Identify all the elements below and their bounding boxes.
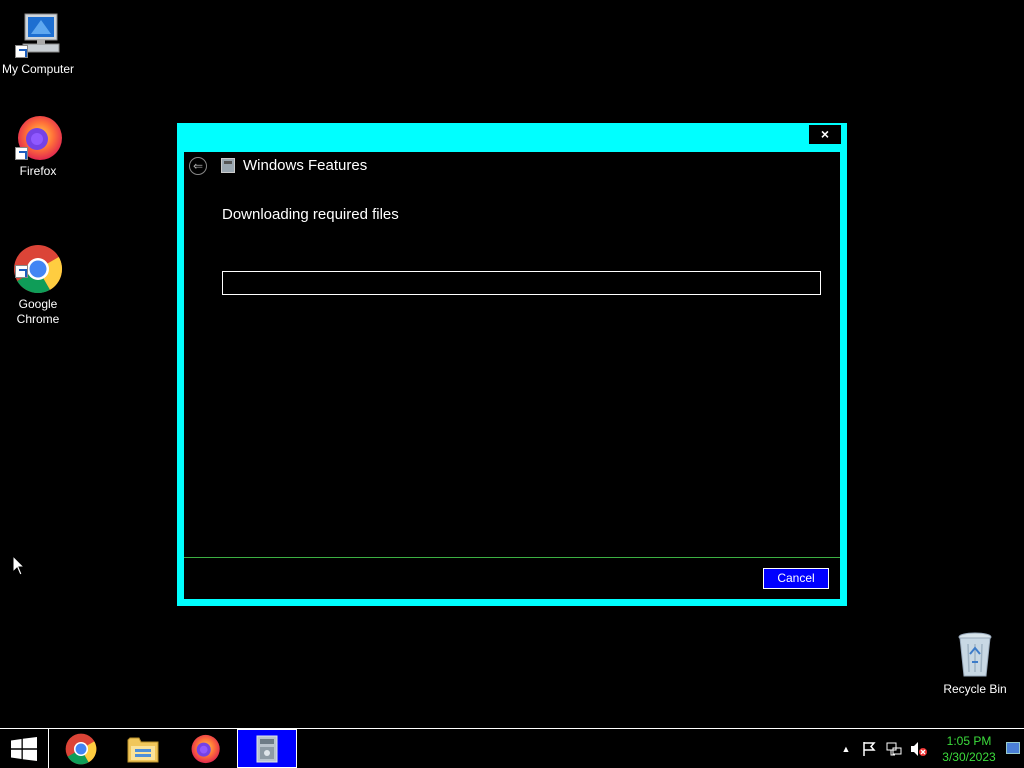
cancel-button[interactable]: Cancel: [763, 568, 829, 589]
shortcut-arrow-icon: [15, 45, 28, 58]
desktop-icon-label: Firefox: [19, 164, 57, 178]
taskbar-firefox-button[interactable]: [174, 729, 236, 768]
footer-divider: [184, 557, 840, 558]
desktop-icon-label: Google Chrome: [16, 297, 60, 326]
shortcut-arrow-icon: [15, 265, 28, 278]
computer-icon: [13, 10, 63, 60]
show-hidden-icons-icon[interactable]: ▲: [838, 741, 854, 757]
start-button[interactable]: [0, 729, 49, 768]
recycle-bin-icon: [950, 630, 1000, 680]
show-desktop-icon[interactable]: [1006, 742, 1020, 754]
windows-logo-icon: [11, 736, 37, 761]
chrome-icon: [13, 230, 63, 294]
back-arrow-icon[interactable]: ⇐: [189, 157, 207, 175]
taskbar-windows-features-button[interactable]: [237, 729, 297, 768]
desktop-icon-label: My Computer: [1, 62, 75, 76]
folder-icon: [127, 737, 159, 762]
firefox-icon: [191, 734, 220, 763]
desktop-icon-firefox[interactable]: Firefox: [0, 112, 76, 179]
desktop-icon-label: Recycle Bin: [943, 682, 1007, 696]
windows-features-icon: [256, 735, 278, 762]
progress-bar: [222, 271, 821, 295]
windows-features-icon: [221, 158, 235, 173]
network-icon[interactable]: [886, 741, 902, 757]
dialog-title: Windows Features: [243, 157, 368, 174]
desktop-icon-recycle-bin[interactable]: Recycle Bin: [937, 630, 1013, 697]
clock-time[interactable]: 1:05 PM: [944, 734, 994, 748]
taskbar-file-explorer-button[interactable]: [112, 729, 174, 768]
desktop: My Computer Firefox Google Chrome Recycl…: [0, 0, 1024, 728]
desktop-icon-google-chrome[interactable]: Google Chrome: [0, 215, 76, 342]
chrome-icon: [65, 733, 97, 764]
desktop-icon-my-computer[interactable]: My Computer: [0, 10, 76, 77]
taskbar-chrome-button[interactable]: [50, 729, 112, 768]
action-center-flag-icon[interactable]: [861, 741, 877, 757]
dialog-content: ⇐ Windows Features Downloading required …: [184, 152, 840, 599]
status-text: Downloading required files: [222, 206, 399, 223]
close-button[interactable]: ×: [809, 125, 841, 144]
clock-date[interactable]: 3/30/2023: [938, 750, 1000, 764]
shortcut-arrow-icon: [15, 147, 28, 160]
volume-muted-icon[interactable]: [910, 741, 927, 757]
taskbar: ▲ 1:05 PM 3/30/2023: [0, 728, 1024, 768]
windows-features-dialog: × ⇐ Windows Features Downloading require…: [177, 123, 847, 606]
firefox-icon: [13, 112, 63, 162]
